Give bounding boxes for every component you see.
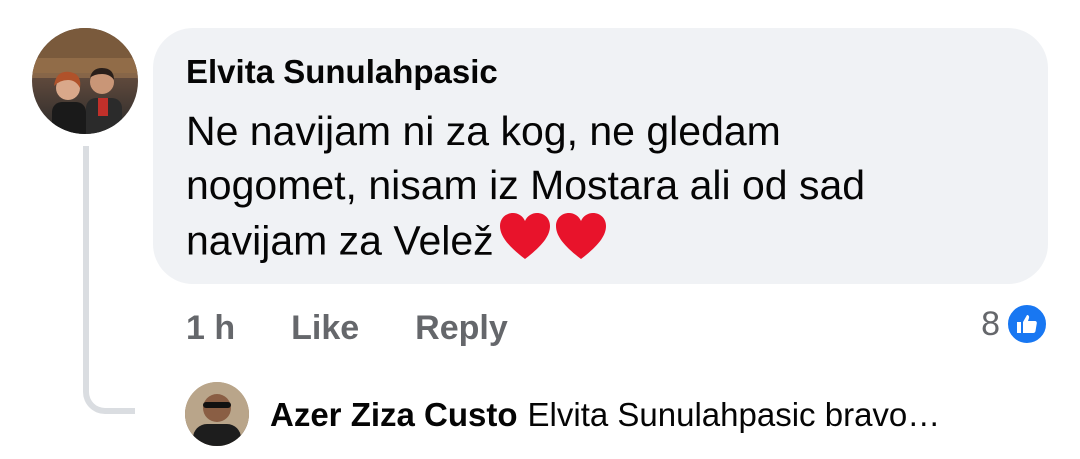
reaction-summary[interactable]: 8: [981, 302, 1048, 346]
reply-preview-text: Elvita Sunulahpasic bravo…: [527, 396, 941, 433]
reply-avatar-photo: [185, 382, 249, 446]
comment-line-3: navijam za Velež: [186, 217, 494, 264]
reply-thread-connector: [83, 146, 135, 414]
like-thumb-icon: [1006, 303, 1048, 345]
reply-author-avatar[interactable]: [185, 382, 249, 446]
comment-line-1: Ne navijam ni za kog, ne gledam: [186, 108, 781, 154]
avatar-photo: [32, 28, 138, 134]
red-heart-emoji: [498, 212, 608, 275]
like-button[interactable]: Like: [291, 309, 359, 348]
reaction-count: 8: [981, 304, 1000, 343]
commenter-avatar[interactable]: [32, 28, 138, 134]
comment-author-name[interactable]: Elvita Sunulahpasic: [186, 52, 498, 92]
reply-button[interactable]: Reply: [415, 309, 508, 348]
comment-timestamp[interactable]: 1 h: [186, 309, 235, 348]
reply-author-name[interactable]: Azer Ziza Custo: [270, 396, 518, 433]
comment-line-3-wrap: navijam za Velež: [186, 212, 1006, 275]
comment-line-2: nogomet, nisam iz Mostara ali od sad: [186, 162, 866, 208]
comment-actions: 1 h Like Reply: [186, 306, 508, 350]
comment-thread: Elvita Sunulahpasic Ne navijam ni za kog…: [0, 0, 1080, 459]
reply-preview[interactable]: Azer Ziza Custo Elvita Sunulahpasic bravo…: [270, 393, 940, 437]
comment-body: Ne navijam ni za kog, ne gledam nogomet,…: [186, 104, 1006, 275]
